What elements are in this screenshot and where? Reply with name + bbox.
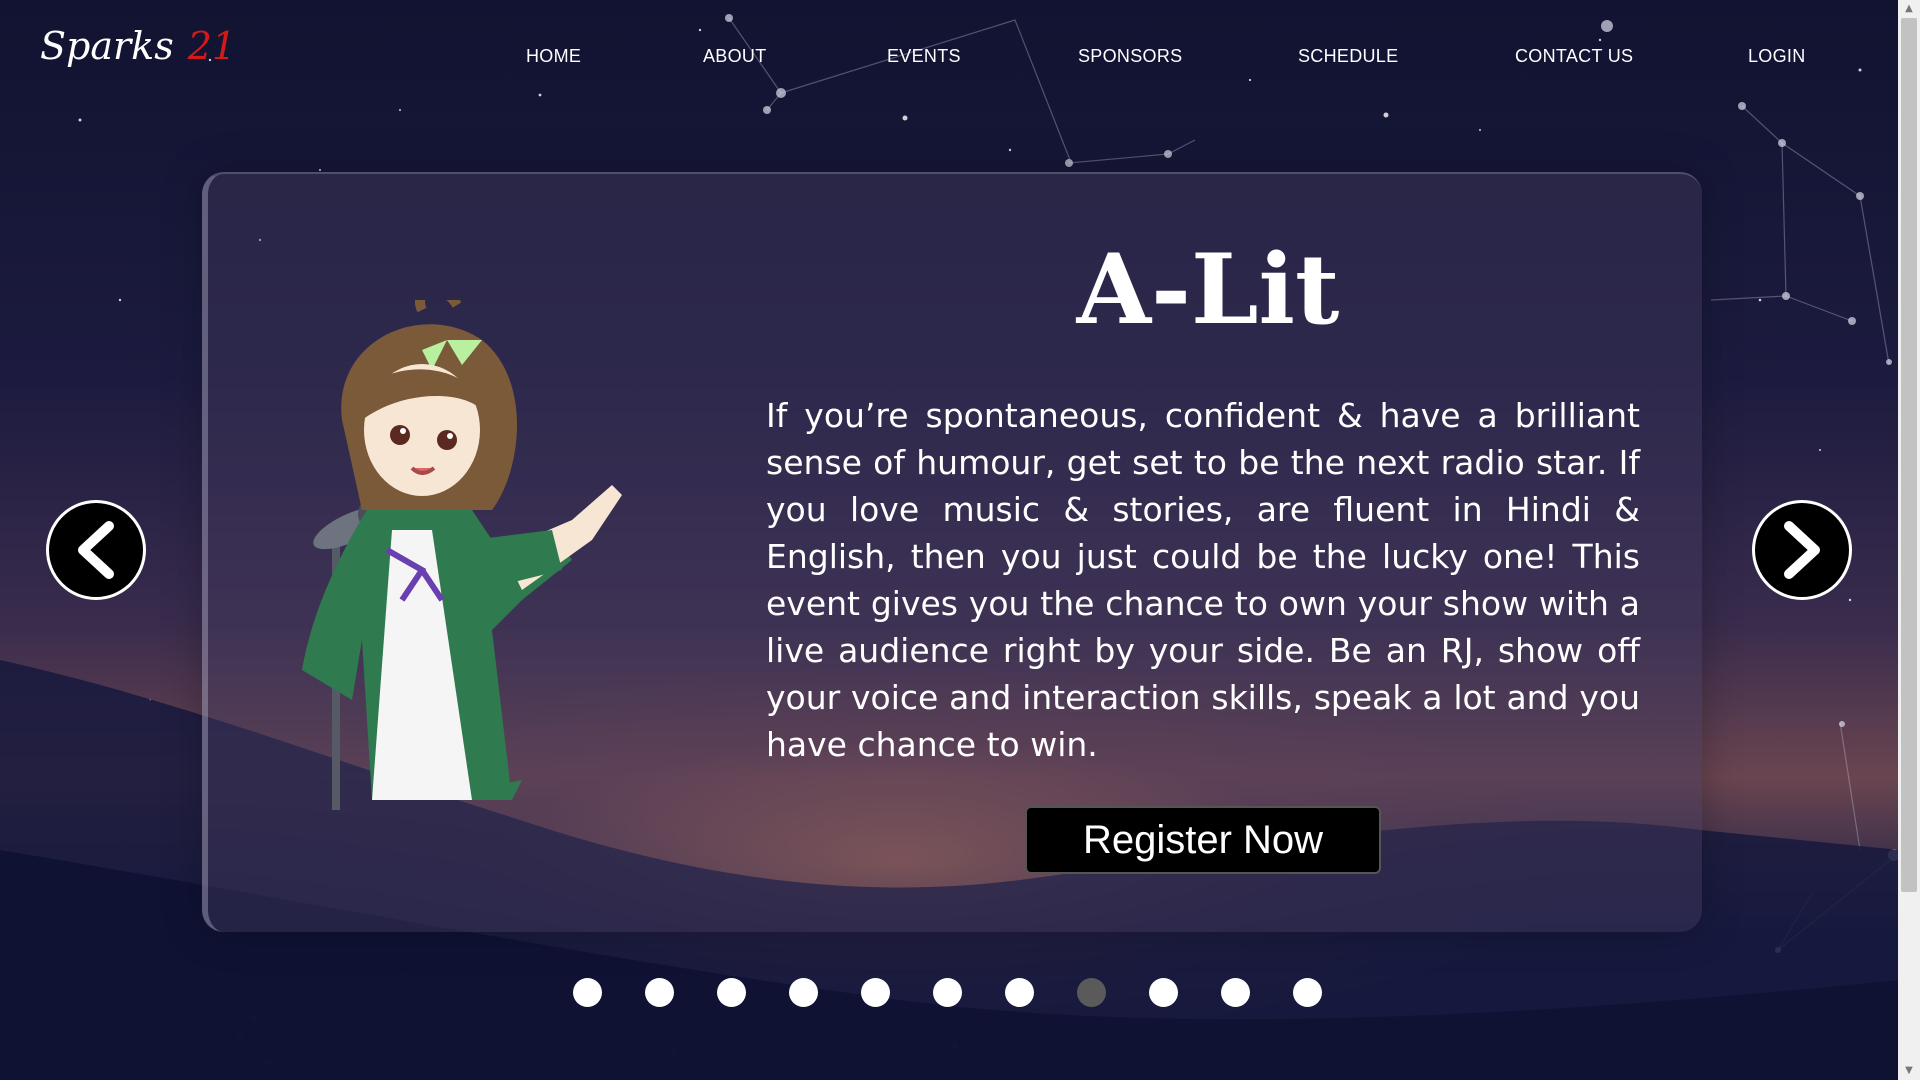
register-now-button[interactable]: Register Now <box>1025 806 1381 874</box>
carousel-dot[interactable] <box>933 978 962 1007</box>
scroll-up-arrow-icon[interactable]: ▲ <box>1898 0 1920 18</box>
carousel-dot[interactable] <box>1221 978 1250 1007</box>
scroll-down-arrow-icon[interactable]: ▼ <box>1898 1062 1920 1080</box>
nav-home[interactable]: HOME <box>526 46 581 67</box>
carousel-dot[interactable] <box>1077 978 1106 1007</box>
character-illustration <box>302 300 622 810</box>
carousel-dot[interactable] <box>1293 978 1322 1007</box>
nav-about[interactable]: ABOUT <box>703 46 767 67</box>
nav-sponsors[interactable]: SPONSORS <box>1078 46 1182 67</box>
nav-login[interactable]: LOGIN <box>1748 46 1806 67</box>
chevron-left-icon <box>78 521 114 579</box>
main-nav: HOME ABOUT EVENTS SPONSORS SCHEDULE CONT… <box>0 46 1900 76</box>
carousel-dot[interactable] <box>789 978 818 1007</box>
event-title: A-Lit <box>1076 233 1340 346</box>
carousel-dot[interactable] <box>1005 978 1034 1007</box>
carousel-dot[interactable] <box>861 978 890 1007</box>
event-description: If you’re spontaneous, confident & have … <box>766 396 1640 764</box>
carousel-dot[interactable] <box>645 978 674 1007</box>
chevron-right-icon <box>1784 521 1820 579</box>
carousel-dot[interactable] <box>573 978 602 1007</box>
carousel-dot[interactable] <box>717 978 746 1007</box>
previous-slide-button[interactable] <box>46 500 146 600</box>
nav-schedule[interactable]: SCHEDULE <box>1298 46 1398 67</box>
scroll-thumb[interactable] <box>1901 18 1917 892</box>
nav-events[interactable]: EVENTS <box>887 46 961 67</box>
carousel-dot[interactable] <box>1149 978 1178 1007</box>
page-scrollbar[interactable]: ▲ ▼ <box>1898 0 1920 1080</box>
next-slide-button[interactable] <box>1752 500 1852 600</box>
nav-contact-us[interactable]: CONTACT US <box>1515 46 1633 67</box>
